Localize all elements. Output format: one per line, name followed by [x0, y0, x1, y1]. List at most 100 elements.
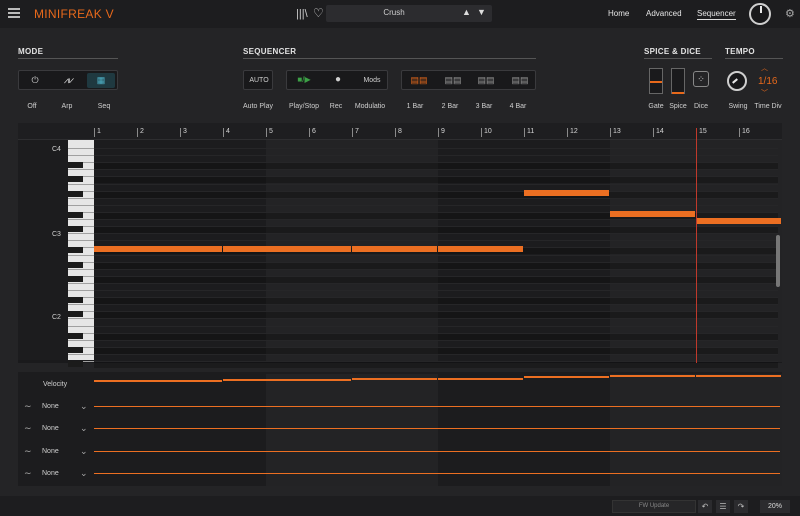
app-title: MINIFREAK V: [34, 7, 114, 21]
ruler-step-number: 8: [398, 128, 402, 135]
grid-row-line: [94, 346, 778, 348]
piano-black-key[interactable]: [68, 211, 83, 218]
lane-2-curve[interactable]: [94, 428, 780, 429]
playhead: [696, 128, 697, 363]
piano-black-key[interactable]: [68, 332, 83, 339]
ruler-step-number: 16: [742, 128, 750, 135]
grid-row-line: [94, 204, 778, 206]
lane-3-curve[interactable]: [94, 451, 780, 452]
heart-icon[interactable]: ♡: [313, 6, 324, 20]
dice-icon[interactable]: ⁘: [693, 71, 709, 87]
preset-previous-icon[interactable]: ▲: [462, 7, 471, 17]
tab-sequencer[interactable]: Sequencer: [697, 9, 736, 20]
tempo-divider: [725, 58, 783, 59]
arp-icon[interactable]: ⩘⩗: [56, 71, 82, 89]
velocity-segment[interactable]: [352, 378, 437, 380]
power-icon[interactable]: ⏻: [23, 71, 47, 89]
piano-black-key[interactable]: [68, 247, 83, 254]
octave-label-c3: C3: [52, 231, 61, 238]
library-icon[interactable]: |||\: [296, 8, 308, 20]
seq-mode-button[interactable]: ▦: [87, 73, 115, 88]
bar-2-icon[interactable]: ▤▤: [439, 71, 467, 89]
play-stop-icon[interactable]: ■/▶: [291, 71, 317, 89]
gate-slider-handle: [650, 81, 662, 83]
velocity-segment[interactable]: [524, 376, 609, 378]
fw-update-button[interactable]: FW Update: [612, 500, 696, 513]
tab-home[interactable]: Home: [608, 9, 629, 18]
sequencer-note[interactable]: [438, 246, 523, 253]
roll-scrollbar[interactable]: [776, 235, 780, 287]
ruler-tick: [653, 128, 654, 137]
bar-3-label: 3 Bar: [475, 103, 493, 110]
piano-black-key[interactable]: [68, 162, 83, 169]
time-div-value[interactable]: 1/16: [758, 76, 777, 87]
lane-1-chevron-down-icon[interactable]: ⌄: [80, 401, 88, 412]
piano-black-key[interactable]: [68, 176, 83, 183]
sequencer-note[interactable]: [696, 218, 781, 224]
seq-icon: ▦: [96, 75, 106, 85]
zoom-level[interactable]: 20%: [760, 500, 790, 513]
gear-icon[interactable]: ⚙: [785, 7, 795, 20]
auto-play-button[interactable]: AUTO: [243, 70, 273, 90]
velocity-segment[interactable]: [610, 375, 695, 377]
velocity-segment[interactable]: [696, 375, 781, 377]
lane-3-target[interactable]: None: [42, 448, 59, 455]
piano-black-key[interactable]: [68, 261, 83, 268]
time-div-down-icon[interactable]: ﹀: [761, 88, 768, 98]
sequencer-note[interactable]: [94, 246, 222, 253]
preset-name[interactable]: Crush: [326, 8, 462, 17]
bar-4-icon[interactable]: ▤▤: [506, 71, 534, 89]
piano-black-key[interactable]: [68, 311, 83, 318]
piano-black-key[interactable]: [68, 190, 83, 197]
spice-dice-title: SPICE & DICE: [644, 47, 701, 56]
piano-black-key[interactable]: [68, 361, 83, 367]
preset-next-icon[interactable]: ▼: [477, 7, 486, 17]
grid-row-line: [94, 176, 778, 178]
piano-black-key[interactable]: [68, 275, 83, 282]
sequencer-note[interactable]: [223, 246, 351, 253]
sequencer-note[interactable]: [610, 210, 695, 217]
lane-4-chevron-down-icon[interactable]: ⌄: [80, 468, 88, 479]
piano-black-key[interactable]: [68, 346, 83, 353]
grid-row-line: [94, 261, 778, 263]
master-volume-knob[interactable]: [749, 3, 771, 25]
time-div-up-icon[interactable]: ︿: [761, 63, 768, 73]
velocity-segment[interactable]: [94, 380, 222, 382]
bar-1-icon[interactable]: ▤▤: [405, 71, 433, 89]
octave-label-c4: C4: [52, 146, 61, 153]
redo-icon[interactable]: ↷: [734, 500, 748, 513]
undo-icon[interactable]: ↶: [698, 500, 712, 513]
lane-1-target[interactable]: None: [42, 403, 59, 410]
piano-black-key[interactable]: [68, 226, 83, 233]
tab-advanced[interactable]: Advanced: [646, 9, 682, 18]
preset-selector[interactable]: Crush ▲ ▼: [326, 5, 492, 22]
lane-4-curve[interactable]: [94, 473, 780, 474]
grid-row-line: [94, 268, 778, 270]
ruler-tick: [438, 128, 439, 137]
hamburger-menu-icon[interactable]: [8, 8, 20, 18]
velocity-segment[interactable]: [223, 379, 351, 381]
ruler-step-number: 2: [140, 128, 144, 135]
swing-knob[interactable]: [727, 71, 747, 91]
mode-button-group: ⏻ ⩘⩗ ▦: [18, 70, 118, 90]
lane-2-target[interactable]: None: [42, 425, 59, 432]
gate-slider[interactable]: [649, 68, 663, 94]
piano-black-key[interactable]: [68, 297, 83, 304]
grid-row-line: [94, 148, 778, 149]
sequencer-note[interactable]: [524, 189, 609, 196]
history-list-icon[interactable]: ☰: [716, 500, 730, 513]
velocity-segment[interactable]: [438, 378, 523, 380]
lane-4-target[interactable]: None: [42, 470, 59, 477]
spice-slider[interactable]: [671, 68, 685, 94]
lane-2-chevron-down-icon[interactable]: ⌄: [80, 423, 88, 434]
lane-1-curve[interactable]: [94, 406, 780, 407]
record-icon[interactable]: ●: [325, 71, 351, 89]
bar-3-icon[interactable]: ▤▤: [472, 71, 500, 89]
sequencer-note[interactable]: [352, 246, 437, 253]
ruler-step-number: 14: [656, 128, 664, 135]
key-divider: [68, 155, 94, 157]
lane-bar-background: [610, 374, 782, 486]
velocity-lane-label: Velocity: [43, 381, 68, 388]
lane-3-chevron-down-icon[interactable]: ⌄: [80, 446, 88, 457]
mods-button[interactable]: Mods: [359, 77, 385, 84]
